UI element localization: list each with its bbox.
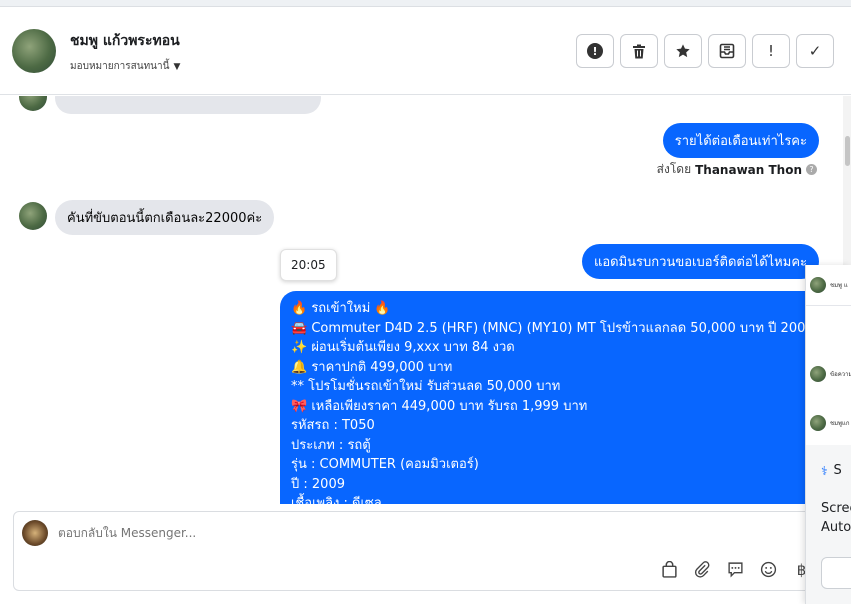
contact-avatar-small	[19, 202, 47, 230]
chat-dots-icon	[728, 562, 743, 578]
incoming-message-partial[interactable]	[55, 96, 321, 114]
conversation-panel: ชมพู แก้วพระทอน มอบหมายการสนทนานี้ ▼ ! !…	[0, 6, 851, 604]
promo-line: 🔥 รถเข้าใหม่ 🔥	[291, 301, 391, 316]
reply-composer: ฿	[13, 511, 833, 591]
preview-row-label: ข้อความ	[830, 371, 851, 378]
attach-button[interactable]	[692, 559, 713, 580]
star-button[interactable]	[664, 34, 702, 68]
outgoing-message[interactable]: แอดมินรบกวนขอเบอร์ติดต่อได้ไหมคะ	[581, 244, 819, 279]
sent-by-label: ส่งโดย Thanawan Thon ?	[657, 160, 817, 179]
assign-conversation-dropdown[interactable]: มอบหมายการสนทนานี้ ▼	[70, 59, 180, 74]
scrollbar-thumb[interactable]	[845, 136, 850, 166]
check-icon: ✓	[808, 42, 822, 60]
preview-avatar	[810, 277, 826, 293]
promo-line: ปี : 2009	[291, 476, 345, 492]
conversation-preview-panel: ชมพู แ ข้อความ ชมพูแก ⚕ S Scree Auto	[805, 265, 851, 604]
preview-footer-button[interactable]	[821, 557, 851, 589]
preview-row[interactable]: ข้อความ	[810, 366, 851, 382]
smiley-icon	[760, 561, 777, 578]
caret-down-icon: ▼	[173, 61, 181, 72]
promo-line: รุ่น : COMMUTER (คอมมิวเตอร์)	[291, 457, 479, 472]
incoming-message[interactable]: คันที่ขับตอนนี้ตกเดือนละ22000ค่ะ	[55, 200, 275, 235]
preview-footer: ⚕ S Scree Auto	[806, 445, 851, 604]
message-list[interactable]: รายได้ต่อเดือนเท่าไรคะ ส่งโดย Thanawan T…	[0, 96, 851, 504]
promo-line: เชื้อเพลิง : ดีเซล	[291, 496, 382, 504]
contact-name[interactable]: ชมพู แก้วพระทอน	[70, 30, 180, 52]
preview-footer-line: Scree	[821, 501, 851, 516]
mark-important-button[interactable]: !	[752, 34, 790, 68]
sent-by-prefix: ส่งโดย	[656, 162, 692, 176]
preview-row-label: ชมพูแก	[830, 420, 850, 427]
preview-row[interactable]: ชมพูแก	[810, 415, 849, 431]
contact-avatar[interactable]	[12, 29, 56, 73]
conversation-header: ชมพู แก้วพระทอน มอบหมายการสนทนานี้ ▼ ! !…	[0, 7, 851, 95]
archive-button[interactable]	[708, 34, 746, 68]
contact-avatar-small	[19, 96, 47, 111]
promo-line: ** โปรโมชั่นรถเข้าใหม่ รับส่วนลด 50,000 …	[291, 379, 561, 394]
mark-done-button[interactable]: ✓	[796, 34, 834, 68]
shopping-bag-button[interactable]	[659, 559, 680, 580]
preview-row[interactable]: ชมพู แ	[810, 277, 848, 293]
sent-by-name[interactable]: Thanawan Thon	[695, 163, 802, 177]
delete-button[interactable]	[620, 34, 658, 68]
promo-line: 🚘 Commuter D4D 2.5 (HRF) (MNC) (MY10) MT…	[291, 320, 814, 336]
inbox-icon	[719, 43, 735, 59]
preview-footer-title-text: S	[833, 463, 842, 478]
preview-row-label: ชมพู แ	[830, 282, 848, 289]
promo-line: รหัสรถ : T050	[291, 418, 375, 433]
emoji-button[interactable]	[758, 559, 779, 580]
reply-input[interactable]	[58, 526, 558, 540]
saved-replies-button[interactable]	[725, 559, 746, 580]
promo-line: ประเภท : รถตู้	[291, 437, 371, 453]
preview-footer-title: ⚕ S	[821, 463, 842, 478]
assign-label: มอบหมายการสนทนานี้	[70, 61, 170, 72]
stethoscope-icon: ⚕	[821, 463, 828, 478]
star-icon	[676, 44, 690, 58]
preview-avatar	[810, 415, 826, 431]
shopping-bag-icon	[662, 561, 677, 578]
promo-line: 🎀 เหลือเพียงราคา 449,000 บาท รับรถ 1,999…	[291, 398, 588, 414]
paperclip-icon	[694, 561, 710, 578]
promo-message[interactable]: 🔥 รถเข้าใหม่ 🔥 🚘 Commuter D4D 2.5 (HRF) …	[280, 291, 820, 504]
report-button[interactable]: !	[576, 34, 614, 68]
preview-avatar	[810, 366, 826, 382]
promo-line: ✨ ผ่อนเริ่มต้นเพียง 9,xxx บาท 84 งวด	[291, 340, 515, 355]
header-actions: ! ! ✓	[576, 34, 834, 68]
page-avatar	[22, 520, 48, 546]
composer-toolbar: ฿	[659, 559, 812, 580]
outgoing-message[interactable]: รายได้ต่อเดือนเท่าไรคะ	[662, 123, 819, 158]
message-time-tooltip: 20:05	[280, 249, 337, 281]
alert-circle-icon: !	[587, 43, 603, 59]
info-icon[interactable]: ?	[806, 164, 817, 175]
divider	[806, 305, 851, 306]
preview-footer-line: Auto	[821, 520, 851, 535]
promo-line: 🔔 ราคาปกติ 499,000 บาท	[291, 359, 453, 375]
trash-icon	[633, 44, 645, 58]
exclamation-icon: !	[767, 42, 774, 60]
